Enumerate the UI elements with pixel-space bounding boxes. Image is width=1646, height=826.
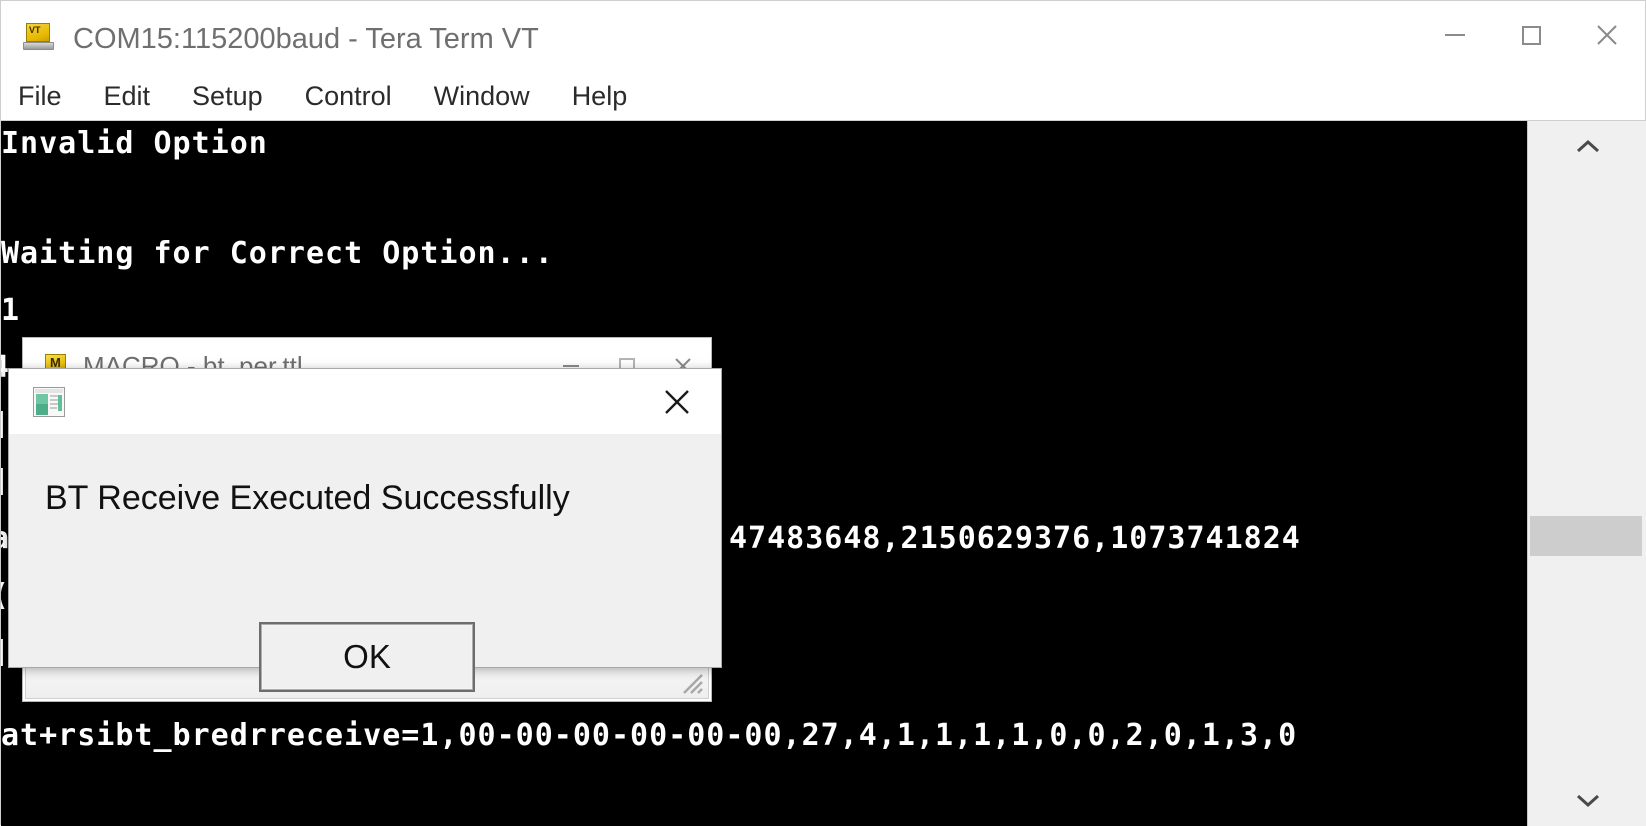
minimize-icon	[1445, 34, 1465, 36]
scrollbar-thumb[interactable]	[1530, 516, 1642, 556]
terminal-line: at+rsibt_bredrreceive=1,00-00-00-00-00-0…	[1, 718, 1298, 753]
scrollbar-down-button[interactable]	[1528, 774, 1646, 826]
ok-button[interactable]: OK	[259, 622, 475, 692]
dialog-window-icon	[33, 386, 65, 417]
dialog-titlebar	[9, 369, 721, 434]
menu-item-edit[interactable]: Edit	[83, 81, 172, 112]
terminal-line: 47483648,2150629376,1073741824	[729, 521, 1301, 556]
maximize-button[interactable]	[1493, 1, 1569, 69]
terminal-line: Invalid Option	[1, 126, 268, 161]
terminal-line: 1	[1, 293, 21, 328]
terminal-line: Waiting for Correct Option...	[1, 236, 554, 271]
menu-item-control[interactable]: Control	[284, 81, 413, 112]
chevron-down-icon	[1576, 794, 1599, 808]
chevron-up-icon	[1576, 139, 1599, 153]
close-icon	[1597, 25, 1617, 45]
minimize-button[interactable]	[1417, 1, 1493, 69]
menu-item-setup[interactable]: Setup	[171, 81, 284, 112]
window-controls	[1417, 1, 1645, 69]
close-icon	[665, 389, 689, 414]
maximize-icon	[1522, 26, 1541, 45]
dialog-body: BT Receive Executed Successfully OK	[9, 434, 721, 692]
menu-item-window[interactable]: Window	[413, 81, 551, 112]
menu-item-file[interactable]: File	[1, 81, 83, 112]
titlebar: COM15:115200baud - Tera Term VT	[1, 1, 1645, 77]
dialog-message-text: BT Receive Executed Successfully	[45, 479, 570, 517]
close-button[interactable]	[1569, 1, 1645, 69]
message-dialog[interactable]: BT Receive Executed Successfully OK	[8, 368, 722, 692]
terminal-scrollbar[interactable]	[1527, 121, 1646, 826]
window-title: COM15:115200baud - Tera Term VT	[73, 22, 539, 55]
resize-grip-icon[interactable]	[678, 669, 704, 695]
menu-item-help[interactable]: Help	[551, 81, 649, 112]
dialog-close-button[interactable]	[647, 369, 707, 434]
teraterm-vt-icon	[23, 22, 57, 56]
scrollbar-up-button[interactable]	[1528, 121, 1646, 173]
ok-button-label: OK	[343, 638, 391, 675]
menubar: File Edit Setup Control Window Help	[1, 73, 1645, 121]
